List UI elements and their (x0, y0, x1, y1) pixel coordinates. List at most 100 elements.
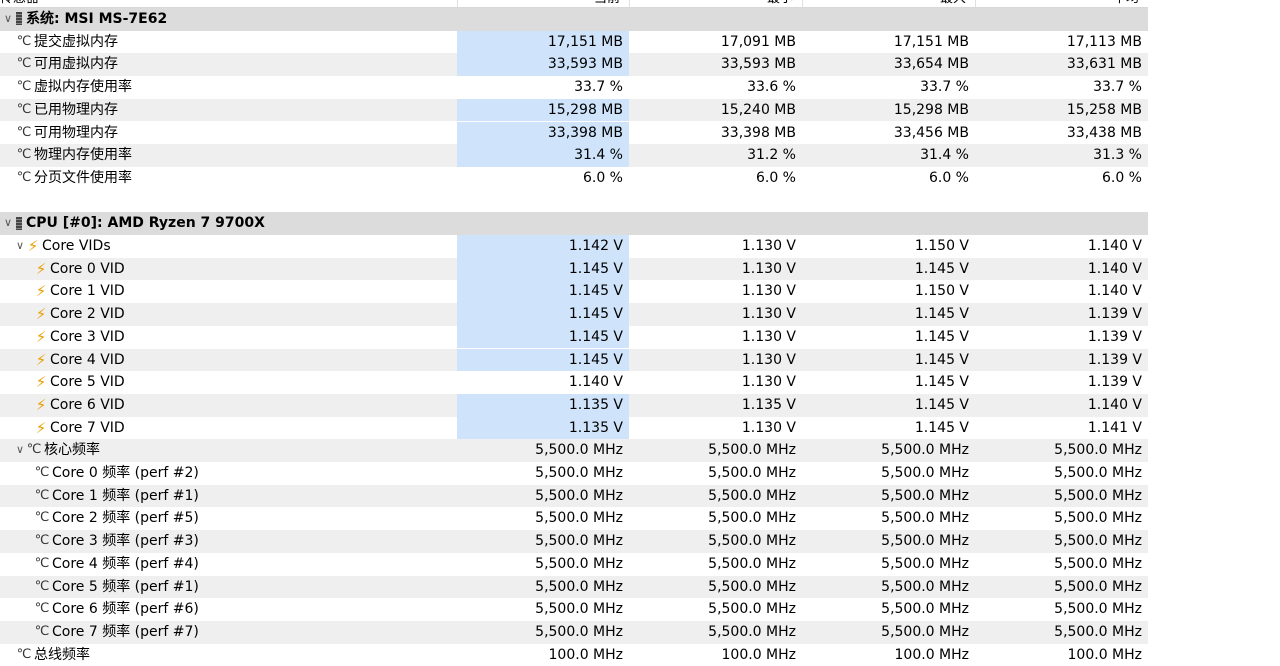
value-max: 5,500.0 MHz (881, 555, 969, 572)
column-divider (975, 0, 976, 7)
value-current: 5,500.0 MHz (535, 510, 623, 527)
value-min: 5,500.0 MHz (708, 555, 796, 572)
sensor-row[interactable]: ℃ Core 7 频率 (perf #7) 5,500.0 MHz 5,500.0 M… (0, 620, 1148, 644)
sensor-row[interactable]: ℃ 已用物理内存 15,298 MB 15,240 MB 15,298 MB 15,258… (0, 98, 1148, 122)
value-min: 5,500.0 MHz (708, 465, 796, 481)
gauge-icon: ℃ (34, 578, 50, 594)
gauge-icon: ℃ (34, 487, 50, 503)
column-header-max[interactable]: 最大 (940, 0, 966, 7)
gauge-icon: ℃ (16, 101, 32, 117)
value-max: 15,298 MB (893, 101, 969, 118)
sensor-name-cell: ℃ 虚拟内存使用率 (0, 76, 132, 99)
sensor-row[interactable]: ℃ 总线频率 100.0 MHz 100.0 MHz 100.0 MHz 100.0 MH… (0, 644, 1148, 666)
sensor-row[interactable]: ℃ 可用物理内存 33,398 MB 33,398 MB 33,456 MB 33,438… (0, 121, 1148, 145)
sensor-name-cell: ⚡ Core 4 VID (0, 349, 125, 372)
sensor-row[interactable]: ∨ ⚡ Core VIDs 1.142 V 1.130 V 1.150 V 1.140 V (0, 235, 1148, 258)
sensor-row[interactable]: ⚡ Core 7 VID 1.135 V 1.130 V 1.145 V 1.141 V (0, 416, 1148, 440)
value-average: 1.140 V (1087, 283, 1142, 300)
sensor-row[interactable]: ℃ Core 0 频率 (perf #2) 5,500.0 MHz 5,500.0 M… (0, 462, 1148, 485)
value-current: 6.0 % (582, 169, 623, 186)
value-max: 5,500.0 MHz (881, 601, 969, 618)
gauge-icon: ℃ (16, 56, 32, 72)
value-current: 5,500.0 MHz (535, 578, 623, 595)
sensor-row[interactable]: ⚡ Core 6 VID 1.135 V 1.135 V 1.145 V 1.140 V (0, 393, 1148, 417)
bolt-icon: ⚡ (35, 395, 47, 414)
device-name-cell: ∨ CPU [#0]: AMD Ryzen 7 9700X (0, 212, 265, 235)
chevron-down-icon[interactable]: ∨ (2, 212, 14, 235)
value-min: 5,500.0 MHz (708, 510, 796, 527)
device-row[interactable]: ∨ CPU [#0]: AMD Ryzen 7 9700X (0, 212, 1148, 235)
device-row[interactable]: ∨ 系统: MSI MS-7E62 (0, 8, 1148, 31)
value-current: 5,500.0 MHz (535, 487, 623, 504)
sensor-row[interactable]: ⚡ Core 0 VID 1.145 V 1.130 V 1.145 V 1.140 V (0, 257, 1148, 281)
sensor-label: 可用物理内存 (34, 124, 118, 141)
sensor-label: Core 7 频率 (perf #7) (52, 623, 199, 640)
value-min: 5,500.0 MHz (708, 578, 796, 595)
sensor-row[interactable]: ℃ Core 2 频率 (perf #5) 5,500.0 MHz 5,500.0 M… (0, 507, 1148, 530)
value-current: 100.0 MHz (548, 646, 623, 663)
column-header-average[interactable]: 平均 (1113, 0, 1139, 7)
sensor-label: 物理内存使用率 (34, 147, 132, 164)
sensor-name-cell: ⚡ Core 2 VID (0, 303, 125, 326)
sensor-row[interactable]: ⚡ Core 3 VID 1.145 V 1.130 V 1.145 V 1.139 V (0, 325, 1148, 349)
sensor-label: 虚拟内存使用率 (34, 79, 132, 96)
value-min: 15,240 MB (720, 101, 796, 118)
sensor-row[interactable]: ℃ Core 6 频率 (perf #6) 5,500.0 MHz 5,500.0 M… (0, 598, 1148, 621)
sensor-label: 已用物理内存 (34, 101, 118, 118)
column-header-current[interactable]: 当前 (594, 0, 620, 7)
value-current: 17,151 MB (457, 30, 629, 54)
value-min: 1.130 V (741, 419, 796, 436)
sensor-name-cell: ℃ Core 4 频率 (perf #4) (0, 553, 199, 576)
sensor-label: Core 5 VID (50, 374, 125, 391)
sensor-label: Core 0 VID (50, 260, 125, 277)
gauge-icon: ℃ (34, 510, 50, 526)
chevron-down-icon[interactable]: ∨ (14, 235, 26, 258)
sensor-row[interactable]: ℃ Core 1 频率 (perf #1) 5,500.0 MHz 5,500.0 M… (0, 484, 1148, 508)
value-min: 33,593 MB (720, 56, 796, 73)
value-current: 5,500.0 MHz (535, 555, 623, 572)
sensor-row[interactable]: ⚡ Core 5 VID 1.140 V 1.130 V 1.145 V 1.139 V (0, 371, 1148, 394)
sensor-row[interactable]: ⚡ Core 2 VID 1.145 V 1.130 V 1.145 V 1.139 V (0, 303, 1148, 326)
sensor-row[interactable]: ℃ Core 5 频率 (perf #1) 5,500.0 MHz 5,500.0 M… (0, 575, 1148, 599)
value-max: 5,500.0 MHz (881, 465, 969, 481)
sensor-name-cell: ℃ Core 2 频率 (perf #5) (0, 507, 199, 530)
value-min: 6.0 % (755, 169, 796, 186)
sensor-label: Core 0 频率 (perf #2) (52, 465, 199, 481)
column-header-sensor[interactable]: 传感器 (0, 0, 39, 7)
value-max: 100.0 MHz (894, 646, 969, 663)
value-max: 33,456 MB (893, 124, 969, 141)
bolt-icon: ⚡ (35, 305, 47, 324)
gauge-icon: ℃ (16, 33, 32, 49)
value-average: 1.140 V (1087, 396, 1142, 413)
sensor-row[interactable]: ⚡ Core 1 VID 1.145 V 1.130 V 1.150 V 1.140 V (0, 280, 1148, 304)
value-max: 17,151 MB (893, 33, 969, 50)
sensor-label: Core 1 频率 (perf #1) (52, 487, 199, 504)
sensor-label: Core 3 频率 (perf #3) (52, 533, 199, 550)
value-average: 1.139 V (1087, 306, 1142, 323)
sensor-row[interactable]: ℃ 提交虚拟内存 17,151 MB 17,091 MB 17,151 MB 17,113… (0, 30, 1148, 54)
column-divider (629, 0, 630, 7)
value-current: 1.145 V (457, 280, 629, 304)
chevron-down-icon[interactable]: ∨ (2, 8, 14, 31)
chevron-down-icon[interactable]: ∨ (14, 439, 26, 462)
column-header-min[interactable]: 最小 (767, 0, 793, 7)
value-current: 1.140 V (568, 374, 623, 391)
sensor-row[interactable]: ℃ 可用虚拟内存 33,593 MB 33,593 MB 33,654 MB 33,631… (0, 53, 1148, 77)
value-average: 1.141 V (1087, 419, 1142, 436)
value-max: 1.145 V (914, 419, 969, 436)
sensor-row[interactable]: ℃ Core 4 频率 (perf #4) 5,500.0 MHz 5,500.0 M… (0, 553, 1148, 576)
value-min: 5,500.0 MHz (708, 442, 796, 459)
value-min: 5,500.0 MHz (708, 533, 796, 550)
gauge-icon: ℃ (16, 147, 32, 163)
sensor-row[interactable]: ℃ Core 3 频率 (perf #3) 5,500.0 MHz 5,500.0 M… (0, 530, 1148, 553)
value-current: 5,500.0 MHz (535, 533, 623, 550)
sensor-name-cell: ℃ Core 5 频率 (perf #1) (0, 576, 199, 599)
sensor-row[interactable]: ℃ 虚拟内存使用率 33.7 % 33.6 % 33.7 % 33.7 % (0, 76, 1148, 99)
sensor-name-cell: ℃ Core 6 频率 (perf #6) (0, 598, 199, 621)
value-min: 1.130 V (741, 306, 796, 323)
sensor-row[interactable]: ⚡ Core 4 VID 1.145 V 1.130 V 1.145 V 1.139 V (0, 348, 1148, 372)
sensor-row[interactable]: ∨ ℃ 核心频率 5,500.0 MHz 5,500.0 MHz 5,500.0 MHz 5… (0, 439, 1148, 462)
sensor-row[interactable]: ℃ 分页文件使用率 6.0 % 6.0 % 6.0 % 6.0 % (0, 167, 1148, 190)
sensor-label: Core VIDs (42, 238, 111, 254)
sensor-row[interactable]: ℃ 物理内存使用率 31.4 % 31.2 % 31.4 % 31.3 % (0, 144, 1148, 167)
